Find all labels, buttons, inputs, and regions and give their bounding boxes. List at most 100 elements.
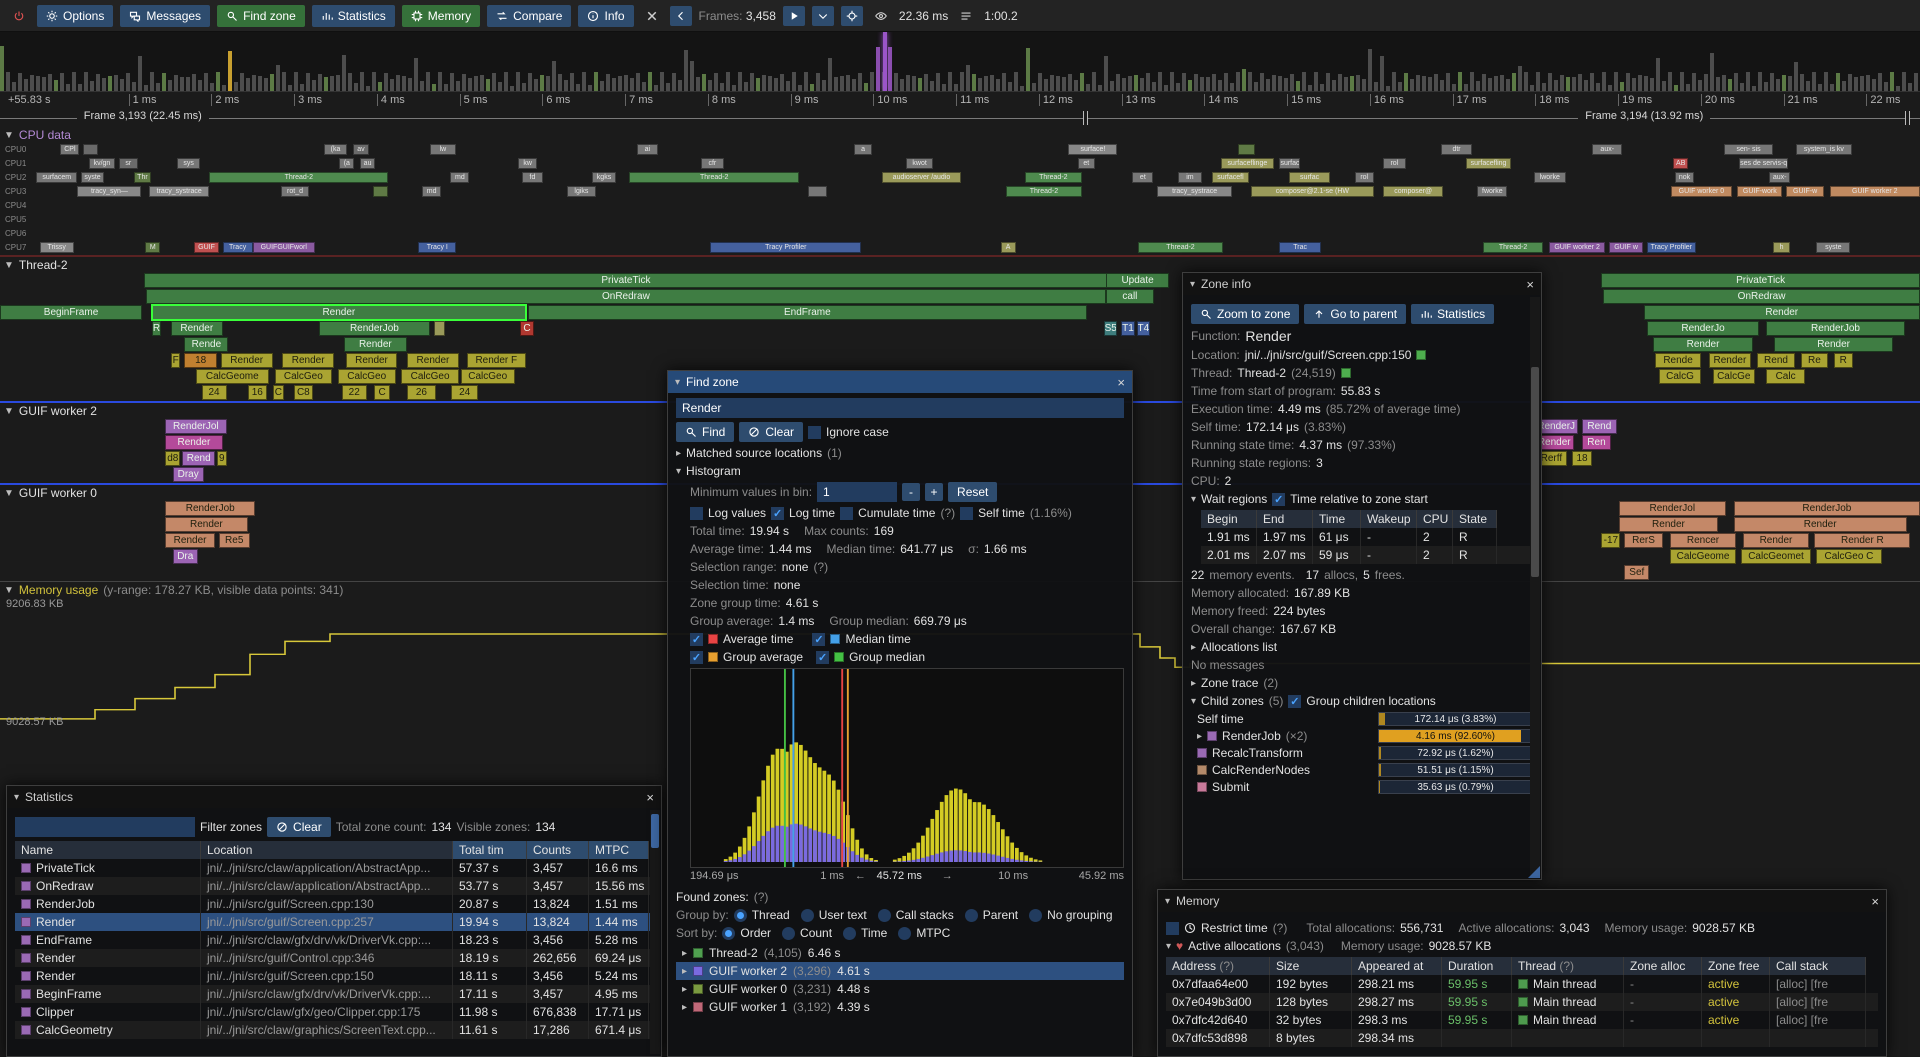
frame-histogram-strip[interactable] bbox=[0, 32, 1920, 92]
cpu-zone[interactable]: sr bbox=[119, 158, 138, 169]
timeline-zone[interactable]: Re bbox=[1801, 353, 1828, 368]
group-by-radio[interactable] bbox=[878, 909, 891, 922]
reset-button[interactable]: Reset bbox=[948, 482, 997, 502]
timeline-zone[interactable]: d8 bbox=[165, 451, 180, 466]
zone-info-titlebar[interactable]: ▾Zone info× bbox=[1183, 273, 1541, 295]
cpu-zone[interactable]: GUIFGUIFworl bbox=[253, 242, 315, 253]
cpu-zone[interactable]: syste bbox=[81, 172, 104, 183]
timeline-zone[interactable]: F bbox=[171, 353, 181, 368]
cpu-zone[interactable]: nok bbox=[1675, 172, 1694, 183]
table-row[interactable]: Renderjni/../jni/src/guif/Control.cpp:34… bbox=[15, 949, 653, 967]
timeline-zone[interactable]: EndFrame bbox=[528, 305, 1087, 320]
timeline-zone[interactable]: CalcGeome bbox=[1670, 549, 1735, 564]
timeline-zone[interactable]: CalcGeo bbox=[338, 369, 396, 384]
matched-locations-label[interactable]: Matched source locations bbox=[686, 446, 822, 460]
timeline-zone[interactable]: Render bbox=[1619, 517, 1719, 532]
cpu-zone[interactable] bbox=[1238, 144, 1255, 155]
memory-column-header[interactable]: Appeared at bbox=[1352, 957, 1442, 975]
timeline-zone[interactable]: CalcGeo bbox=[401, 369, 459, 384]
timeline-zone[interactable]: -17 bbox=[1601, 533, 1620, 548]
median-time-checkbox[interactable] bbox=[812, 633, 825, 646]
table-row[interactable]: CalcGeometryjni/../jni/src/claw/graphics… bbox=[15, 1021, 653, 1039]
table-row[interactable]: Renderjni/../jni/src/guif/Screen.cpp:150… bbox=[15, 967, 653, 985]
cpu-zone[interactable]: h bbox=[1773, 242, 1790, 253]
clear-button[interactable]: Clear bbox=[739, 422, 803, 442]
cpu-zone[interactable]: GUIF worker 2 bbox=[1830, 186, 1920, 197]
timeline-zone[interactable]: PrivateTick bbox=[144, 273, 1108, 288]
timeline-zone[interactable]: RenderJol bbox=[1619, 501, 1727, 516]
info-button[interactable]: Info bbox=[578, 5, 633, 27]
cpu-track[interactable]: CPl(kaavlwaiasurface!dtraux-sen- sissyst… bbox=[36, 144, 1920, 155]
child-zones-label[interactable]: Child zones bbox=[1201, 694, 1264, 708]
cpu-zone[interactable]: surfaceflinge bbox=[1221, 158, 1274, 169]
active-allocations-label[interactable]: Active allocations bbox=[1188, 939, 1281, 953]
timeline-zone[interactable]: RenderJob bbox=[319, 321, 430, 336]
timeline-zone[interactable]: R bbox=[1834, 353, 1853, 368]
memory-column-header[interactable]: Call stack bbox=[1770, 957, 1866, 975]
cpu-track[interactable] bbox=[36, 228, 1920, 239]
find-button[interactable]: Find bbox=[676, 422, 734, 442]
go-to-parent-button[interactable]: Go to parent bbox=[1304, 304, 1406, 324]
timeline-zone[interactable]: Render R bbox=[1814, 533, 1910, 548]
cpu-zone[interactable]: Thread-2 bbox=[1138, 242, 1223, 253]
time-ruler[interactable]: +55.83 s 1 ms2 ms3 ms4 ms5 ms6 ms7 ms8 m… bbox=[0, 92, 1920, 109]
table-row[interactable]: PrivateTickjni/../jni/src/claw/applicati… bbox=[15, 859, 653, 877]
table-row[interactable]: Renderjni/../jni/src/guif/Screen.cpp:257… bbox=[15, 913, 653, 931]
prev-frame-button[interactable] bbox=[670, 6, 692, 26]
timeline-zone[interactable] bbox=[434, 321, 446, 336]
cpu-zone[interactable]: a bbox=[854, 144, 873, 155]
cpu-zone[interactable]: CPl bbox=[60, 144, 79, 155]
statistics-table-header[interactable]: NameLocationTotal timCountsMTPC bbox=[15, 841, 653, 859]
timeline-zone[interactable]: RenderJo bbox=[1647, 321, 1758, 336]
timeline-zone[interactable]: CalcGeome bbox=[196, 369, 269, 384]
memory-column-header[interactable]: Address (?) bbox=[1166, 957, 1270, 975]
timeline-zone[interactable]: Render bbox=[1734, 517, 1907, 532]
timeline-zone[interactable]: Render bbox=[152, 305, 526, 320]
timeline-zone[interactable]: Render bbox=[171, 321, 223, 336]
cpu-zone[interactable]: md bbox=[450, 172, 469, 183]
restrict-time-checkbox[interactable] bbox=[1166, 922, 1179, 935]
timeline-zone[interactable]: Render bbox=[1709, 353, 1751, 368]
pan-left-arrow[interactable]: ← bbox=[855, 870, 866, 882]
cpu-zone[interactable]: composer@ bbox=[1383, 186, 1443, 197]
timeline-zone[interactable]: 24 bbox=[451, 385, 478, 400]
table-row[interactable]: RenderJobjni/../jni/src/guif/Screen.cpp:… bbox=[15, 895, 653, 913]
zone-trace-label[interactable]: Zone trace bbox=[1201, 676, 1258, 690]
timeline-zone[interactable]: Render bbox=[1644, 305, 1920, 320]
cpu-zone[interactable]: M bbox=[145, 242, 160, 253]
table-row[interactable]: BeginFramejni/../jni/src/claw/gfx/drv/vk… bbox=[15, 985, 653, 1003]
filter-zones-input[interactable] bbox=[15, 817, 195, 837]
scrollbar[interactable] bbox=[1530, 297, 1540, 877]
timeline-zone[interactable]: BeginFrame bbox=[0, 305, 142, 320]
statistics-button[interactable]: Statistics bbox=[312, 5, 395, 27]
timeline-zone[interactable]: 22 bbox=[342, 385, 367, 400]
memory-table-header[interactable]: Address (?)SizeAppeared atDurationThread… bbox=[1166, 957, 1878, 975]
cpu-zone[interactable] bbox=[808, 186, 827, 197]
cpu-track[interactable]: TrissyMGUIFTracyGUIFGUIFworlTracy ITracy… bbox=[36, 242, 1920, 253]
timeline-zone[interactable]: OnRedraw bbox=[146, 289, 1106, 304]
clear-filter-button[interactable]: Clear bbox=[267, 817, 331, 837]
table-row[interactable]: 0x7dfaa64e00192 bytes298.21 ms59.95 sMai… bbox=[1166, 975, 1878, 993]
child-zone-row[interactable]: Self time172.14 μs (3.83%) bbox=[1197, 712, 1533, 726]
cpu-zone[interactable]: cfr bbox=[701, 158, 724, 169]
zone-statistics-button[interactable]: Statistics bbox=[1411, 304, 1494, 324]
memory-column-header[interactable]: Duration bbox=[1442, 957, 1512, 975]
cpu-zone[interactable]: tracy_systrace bbox=[1157, 186, 1232, 197]
timeline-zone[interactable]: S5 bbox=[1104, 321, 1117, 336]
cpu-zone[interactable]: surfac bbox=[1279, 158, 1300, 169]
cpu-zone[interactable]: tracy_syn— bbox=[77, 186, 141, 197]
timeline-zone[interactable]: 9 bbox=[217, 451, 227, 466]
found-zone-group[interactable]: ▸Thread-2(4,105)6.46 s bbox=[676, 944, 1124, 962]
scrollbar[interactable] bbox=[650, 810, 660, 1054]
cpu-zone[interactable]: surfacem bbox=[36, 172, 77, 183]
stats-column-header[interactable]: Total tim bbox=[453, 841, 527, 859]
cpu-data-header[interactable]: ▼CPU data bbox=[0, 127, 1920, 143]
cpu-zone[interactable]: GUIF-w bbox=[1786, 186, 1824, 197]
cpu-zone[interactable]: surface! bbox=[1068, 144, 1117, 155]
timeline-zone[interactable]: RenderJob bbox=[1766, 321, 1904, 336]
messages-button[interactable]: Messages bbox=[120, 5, 210, 27]
sort-by-radio[interactable] bbox=[722, 927, 735, 940]
cpu-zone[interactable]: ses de servis-qms bbox=[1739, 158, 1788, 169]
timeline-zone[interactable]: Render bbox=[165, 435, 223, 450]
found-zone-group[interactable]: ▸GUIF worker 1(3,192)4.39 s bbox=[676, 998, 1124, 1016]
